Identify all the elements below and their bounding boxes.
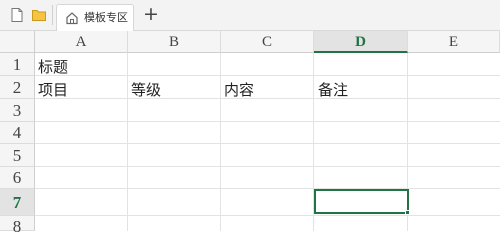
gridline — [35, 75, 500, 76]
cell-a2[interactable]: 项目 — [38, 79, 68, 100]
open-folder-icon[interactable] — [31, 7, 47, 23]
row-header-7[interactable]: 7 — [0, 189, 35, 216]
column-header-d[interactable]: D — [314, 31, 408, 53]
tab-template-zone[interactable]: 模板专区 — [56, 4, 134, 31]
gridline — [35, 121, 500, 122]
row-header-1[interactable]: 1 — [0, 53, 35, 76]
tab-bar: 模板专区 + — [0, 0, 500, 31]
column-header-e[interactable]: E — [408, 31, 500, 53]
column-header-a[interactable]: A — [35, 31, 128, 53]
home-icon — [66, 12, 78, 25]
new-tab-button[interactable]: + — [141, 3, 161, 25]
gridline — [35, 166, 500, 167]
row-header-2[interactable]: 2 — [0, 76, 35, 99]
cell-d2[interactable]: 备注 — [318, 79, 348, 100]
cell-b2[interactable]: 等级 — [131, 79, 161, 100]
toolbar-separator — [52, 5, 53, 25]
row-header-4[interactable]: 4 — [0, 122, 35, 144]
active-cell-d7[interactable] — [314, 189, 409, 214]
row-header-8[interactable]: 8 — [0, 216, 35, 236]
gridline — [220, 53, 221, 231]
gridline — [127, 53, 128, 231]
column-header-b[interactable]: B — [128, 31, 221, 53]
gridline — [35, 188, 500, 189]
select-all-corner[interactable] — [0, 31, 35, 53]
fill-handle[interactable] — [405, 210, 410, 215]
cell-a1[interactable]: 标题 — [38, 56, 68, 77]
gridline — [35, 98, 500, 99]
row-header-5[interactable]: 5 — [0, 144, 35, 167]
spreadsheet-grid: A B C D E 1 2 3 4 5 6 7 8 标题 项目 等级 内容 备注 — [0, 31, 500, 236]
new-file-icon[interactable] — [9, 7, 25, 23]
column-header-c[interactable]: C — [221, 31, 314, 53]
row-header-3[interactable]: 3 — [0, 99, 35, 122]
gridline — [35, 143, 500, 144]
row-header-6[interactable]: 6 — [0, 167, 35, 189]
cell-c2[interactable]: 内容 — [224, 79, 254, 100]
gridline — [35, 215, 500, 216]
tab-label: 模板专区 — [84, 11, 128, 24]
